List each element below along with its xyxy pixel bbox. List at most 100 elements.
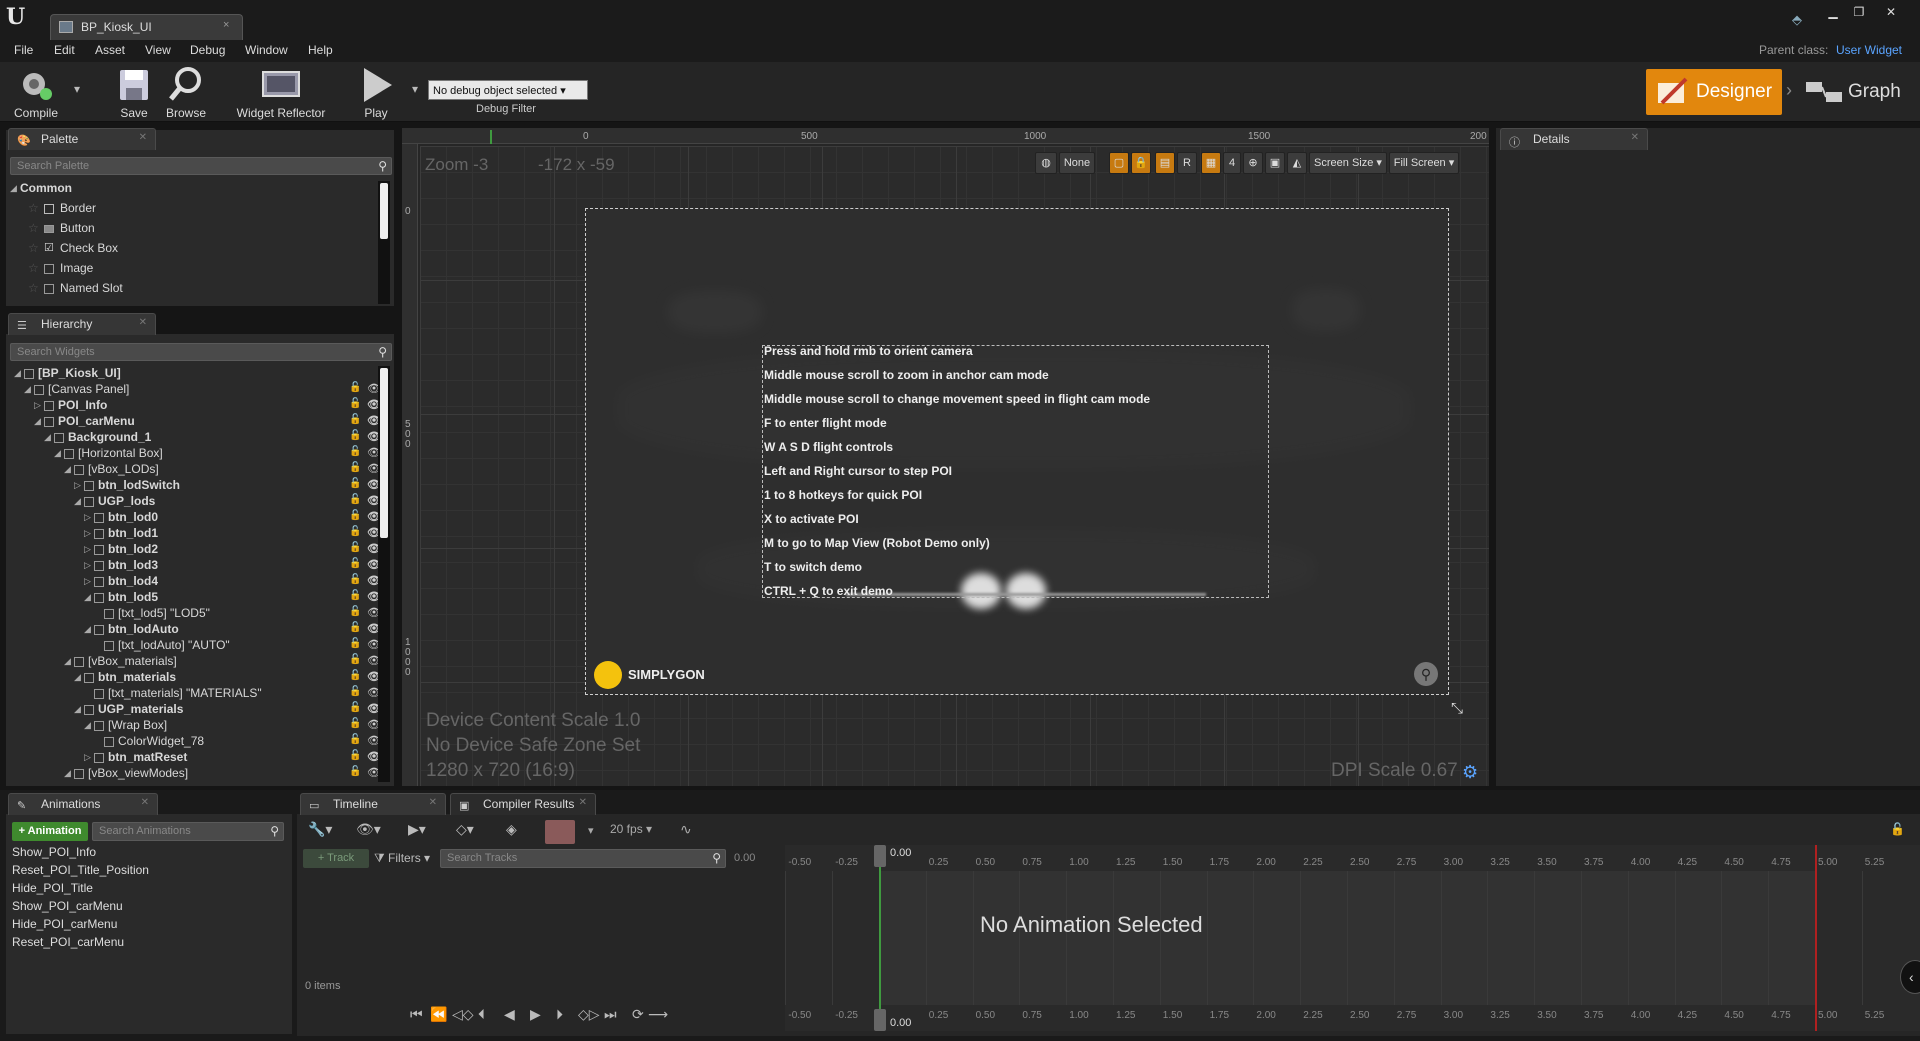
lock-toggle-icon[interactable]: 🔓 [349, 478, 361, 489]
fill-screen-select[interactable]: Fill Screen ▾ [1389, 152, 1459, 174]
add-animation-button[interactable]: + Animation [12, 822, 88, 841]
hierarchy-row[interactable]: ◢ [Canvas Panel] 🔓 👁 [10, 382, 380, 398]
step-forward-icon[interactable]: ◇▷ [578, 1006, 600, 1023]
collapsed-arrow-icon[interactable]: ▷ [34, 400, 42, 411]
lock-toggle-icon[interactable]: 🔓 [349, 718, 361, 729]
grid-snap-icon[interactable]: ▦ [1201, 152, 1221, 174]
culture-preview-select[interactable]: None [1059, 152, 1095, 174]
expanded-arrow-icon[interactable]: ◢ [64, 768, 72, 779]
animations-close-icon[interactable]: ✕ [141, 797, 149, 808]
resize-handle-icon[interactable]: ⤡ [1451, 700, 1463, 717]
menu-window[interactable]: Window [245, 43, 288, 57]
hierarchy-row[interactable]: ▷ btn_lod4 🔓 👁 [10, 574, 380, 590]
screen-size-select[interactable]: Screen Size ▾ [1309, 152, 1387, 174]
animation-list-item[interactable]: Reset_POI_carMenu [12, 935, 124, 949]
hierarchy-row[interactable]: ◢ [vBox_materials] 🔓 👁 [10, 654, 380, 670]
palette-item-button[interactable]: ☆ Button [28, 221, 368, 237]
zoom-to-fit-icon[interactable]: ⊕ [1243, 152, 1263, 174]
hierarchy-close-icon[interactable]: ✕ [139, 317, 147, 328]
menu-file[interactable]: File [14, 43, 33, 57]
lock-toggle-icon[interactable]: 🔓 [349, 558, 361, 569]
favorite-star-icon[interactable]: ☆ [28, 201, 39, 215]
animation-list-item[interactable]: Hide_POI_Title [12, 881, 93, 895]
hierarchy-row[interactable]: ◢ Background_1 🔓 👁 [10, 430, 380, 446]
collapsed-arrow-icon[interactable]: ▷ [84, 528, 92, 539]
favorite-star-icon[interactable]: ☆ [28, 281, 39, 295]
collapsed-arrow-icon[interactable]: ▷ [84, 544, 92, 555]
lock-toggle-icon[interactable]: 🔓 [349, 750, 361, 761]
hierarchy-scrollbar[interactable] [378, 366, 390, 782]
menu-view[interactable]: View [145, 43, 171, 57]
palette-tab[interactable]: 🎨 Palette ✕ [8, 128, 156, 150]
lock-toggle-icon[interactable]: 🔓 [349, 542, 361, 553]
expanded-arrow-icon[interactable]: ◢ [74, 672, 82, 683]
animation-list-item[interactable]: Show_POI_carMenu [12, 899, 123, 913]
save-button[interactable]: Save [110, 64, 158, 122]
animations-tab[interactable]: ✎ Animations ✕ [8, 793, 158, 815]
eye-options-icon[interactable]: 👁▾ [356, 821, 381, 838]
palette-scroll-thumb[interactable] [380, 183, 388, 239]
minimize-button[interactable]: ▁ [1822, 5, 1844, 21]
playback-options-icon[interactable]: ▶▾ [408, 821, 426, 838]
lock-toggle-icon[interactable]: 🔓 [349, 734, 361, 745]
loop-icon[interactable]: ⟳ [632, 1006, 644, 1023]
track-search-input[interactable]: Search Tracks ⚲ [440, 849, 726, 868]
compile-button[interactable]: Compile [6, 64, 66, 122]
compiler-results-close-icon[interactable]: ✕ [579, 797, 587, 808]
details-close-icon[interactable]: ✕ [1631, 132, 1639, 143]
lock-toggle-icon[interactable]: 🔓 [349, 462, 361, 473]
timeline-track-area[interactable]: -0.50 -0.50 -0.25 -0.25 0.25 0.25 0.50 0.50 0.75… [785, 845, 1920, 1031]
expanded-arrow-icon[interactable]: ◢ [84, 624, 92, 635]
jump-to-end-icon[interactable]: ⏭ [604, 1006, 617, 1023]
debug-object-select[interactable]: No debug object selected ▾ [428, 80, 588, 100]
hierarchy-row[interactable]: ▷ btn_lodSwitch 🔓 👁 [10, 478, 380, 494]
lock-toggle-icon[interactable]: 🔓 [349, 430, 361, 441]
playhead-bottom[interactable] [874, 1009, 886, 1031]
play-button[interactable]: Play [348, 64, 404, 122]
expanded-arrow-icon[interactable]: ◢ [84, 720, 92, 731]
grid-size-select[interactable]: 4 [1223, 152, 1241, 174]
fps-chevron-down-icon[interactable]: ▾ [588, 824, 594, 837]
lock-icon[interactable]: 🔒 [1131, 152, 1151, 174]
dpi-settings-gear-icon[interactable]: ⚙ [1462, 762, 1478, 783]
timeline-close-icon[interactable]: ✕ [429, 797, 437, 808]
play-reverse-icon[interactable]: ◀ [504, 1006, 515, 1023]
expanded-arrow-icon[interactable]: ◢ [14, 368, 22, 379]
background-image-icon[interactable]: ▣ [1265, 152, 1285, 174]
hierarchy-row[interactable]: ▷ btn_lod0 🔓 👁 [10, 510, 380, 526]
animations-search-input[interactable]: Search Animations ⚲ [92, 822, 284, 841]
lock-toggle-icon[interactable]: 🔓 [349, 702, 361, 713]
step-back-icon[interactable]: ◁◇ [452, 1006, 474, 1023]
expanded-arrow-icon[interactable]: ◢ [74, 496, 82, 507]
timeline-tab[interactable]: ▭ Timeline ✕ [300, 793, 446, 815]
hierarchy-row[interactable]: [txt_lodAuto] "AUTO" 🔓 👁 [10, 638, 380, 654]
timeline-lock-icon[interactable]: 🔓 [1890, 822, 1905, 836]
lock-toggle-icon[interactable]: 🔓 [349, 446, 361, 457]
lock-toggle-icon[interactable]: 🔓 [349, 654, 361, 665]
palette-search-input[interactable]: Search Palette ⚲ [10, 157, 392, 175]
lock-toggle-icon[interactable]: 🔓 [349, 494, 361, 505]
animation-list-item[interactable]: Show_POI_Info [12, 845, 96, 859]
lock-toggle-icon[interactable]: 🔓 [349, 574, 361, 585]
hierarchy-tab[interactable]: ☰ Hierarchy ✕ [8, 313, 156, 335]
expanded-arrow-icon[interactable]: ◢ [24, 384, 32, 395]
menu-edit[interactable]: Edit [54, 43, 75, 57]
close-window-button[interactable]: ✕ [1880, 5, 1902, 21]
menu-help[interactable]: Help [308, 43, 333, 57]
lock-toggle-icon[interactable]: 🔓 [349, 686, 361, 697]
menu-debug[interactable]: Debug [190, 43, 225, 57]
hierarchy-row[interactable]: ◢ [vBox_LODs] 🔓 👁 [10, 462, 380, 478]
lock-toggle-icon[interactable]: 🔓 [349, 590, 361, 601]
hierarchy-scroll-thumb[interactable] [380, 368, 388, 538]
collapsed-arrow-icon[interactable]: ▷ [84, 512, 92, 523]
lock-toggle-icon[interactable]: 🔓 [349, 606, 361, 617]
lock-toggle-icon[interactable]: 🔓 [349, 414, 361, 425]
hierarchy-row[interactable]: ◢ [BP_Kiosk_UI] [10, 366, 380, 382]
filters-select[interactable]: ⧩ Filters ▾ [374, 851, 430, 866]
favorite-star-icon[interactable]: ☆ [28, 261, 39, 275]
lock-toggle-icon[interactable]: 🔓 [349, 526, 361, 537]
graph-mode-button[interactable]: Graph [1800, 70, 1910, 114]
jump-to-previous-key-icon[interactable]: ⏪ [430, 1006, 447, 1023]
lock-toggle-icon[interactable]: 🔓 [349, 638, 361, 649]
palette-item-check-box[interactable]: ☆ ☑ Check Box [28, 241, 368, 257]
